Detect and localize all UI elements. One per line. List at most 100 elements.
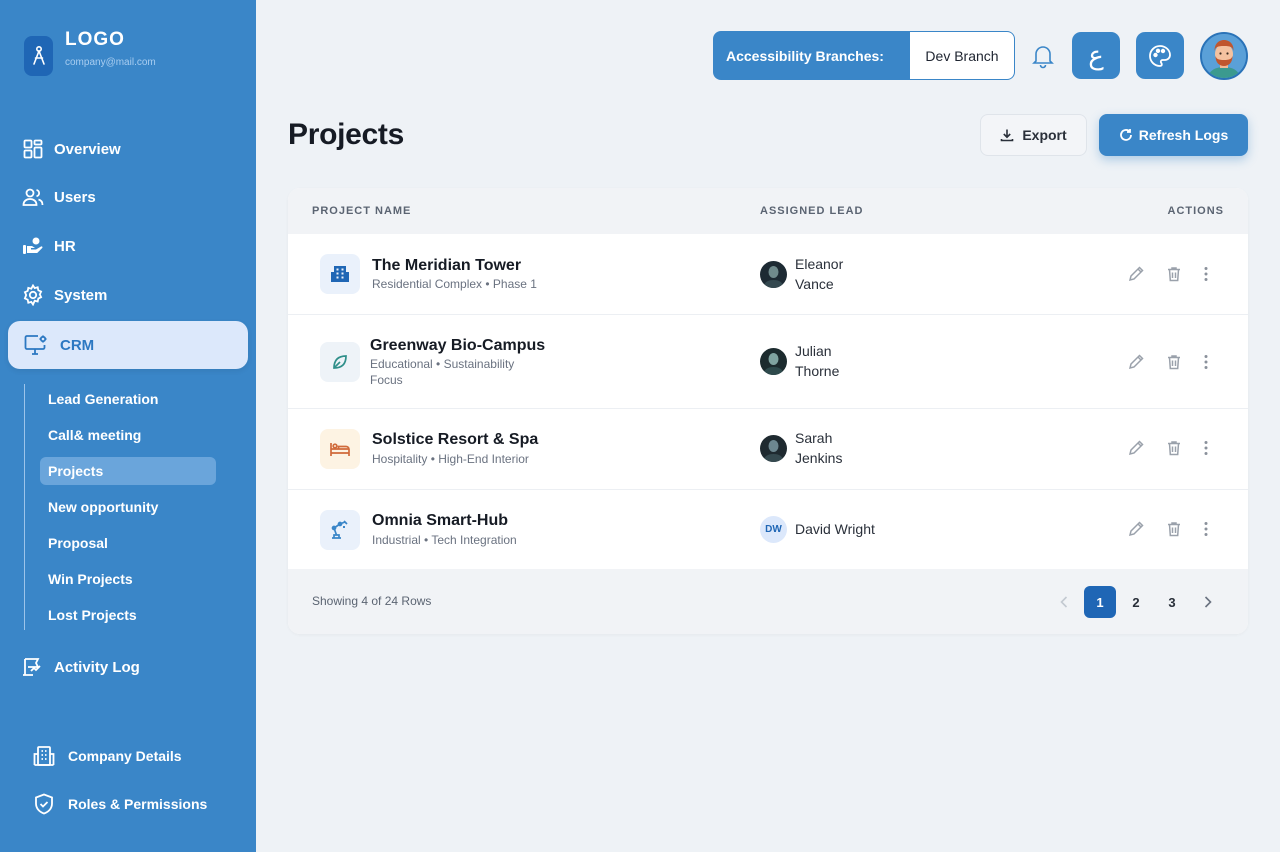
prev-page-chevron-icon[interactable] — [1048, 586, 1080, 618]
lead-avatar-initials: DW — [760, 516, 787, 543]
building-icon — [32, 744, 56, 768]
grid-icon — [22, 138, 44, 160]
edit-pencil-icon[interactable] — [1126, 264, 1146, 284]
table-row[interactable]: Omnia Smart-Hub Industrial • Tech Integr… — [288, 490, 1248, 569]
project-name[interactable]: Solstice Resort & Spa — [372, 431, 538, 449]
sidebar-item-label: Activity Log — [54, 658, 140, 676]
table-row[interactable]: Solstice Resort & Spa Hospitality • High… — [288, 409, 1248, 490]
activity-log-icon — [22, 656, 44, 678]
lead-name: Sarah Jenkins — [795, 428, 842, 468]
download-icon — [1000, 128, 1014, 142]
delete-trash-icon[interactable] — [1164, 519, 1184, 539]
project-subtitle: Residential Complex • Phase 1 — [372, 277, 537, 291]
more-options-icon[interactable] — [1196, 352, 1216, 372]
sidebar-item-label: Overview — [54, 140, 121, 158]
logo-icon — [24, 36, 53, 76]
sidebar-item-activity-log[interactable]: Activity Log — [22, 652, 140, 682]
sidebar-item-system[interactable]: System — [22, 280, 107, 310]
column-header-assigned-lead: ASSIGNED LEAD — [760, 205, 864, 217]
lead-last-name: Jenkins — [795, 450, 843, 466]
project-subtitle-line: Focus — [370, 373, 403, 387]
lead-first-name: Julian — [795, 343, 832, 359]
refresh-logs-button[interactable]: Refresh Logs — [1099, 114, 1248, 156]
brand-email: company@mail.com — [65, 57, 156, 68]
page-button-1[interactable]: 1 — [1084, 586, 1116, 618]
lead-last-name: Thorne — [795, 363, 840, 379]
sidebar-item-users[interactable]: Users — [22, 182, 96, 212]
next-page-chevron-icon[interactable] — [1192, 586, 1224, 618]
export-label: Export — [1022, 127, 1067, 143]
branch-label: Accessibility Branches: — [726, 47, 884, 64]
sidebar: LOGO company@mail.com Overview Users HR … — [0, 0, 256, 852]
notification-bell-icon[interactable] — [1029, 42, 1057, 70]
sidebar-item-company-details[interactable]: Company Details — [32, 741, 182, 771]
table-footer: Showing 4 of 24 Rows 1 2 3 — [288, 569, 1248, 634]
hand-coin-icon — [22, 235, 44, 257]
page-button-3[interactable]: 3 — [1156, 586, 1188, 618]
refresh-label: Refresh Logs — [1138, 127, 1229, 143]
sidebar-item-hr[interactable]: HR — [22, 231, 76, 261]
user-avatar[interactable] — [1200, 32, 1248, 80]
project-subtitle: Educational • Sustainability Focus — [370, 356, 514, 388]
project-name[interactable]: Greenway Bio-Campus — [370, 337, 545, 355]
submenu-divider — [24, 384, 25, 630]
submenu-item-projects[interactable]: Projects — [40, 457, 216, 485]
leaf-icon — [320, 342, 360, 382]
lead-name: Julian Thorne — [795, 341, 839, 381]
edit-pencil-icon[interactable] — [1126, 519, 1146, 539]
theme-palette-button[interactable] — [1136, 32, 1184, 79]
edit-pencil-icon[interactable] — [1126, 438, 1146, 458]
submenu-item-win-projects[interactable]: Win Projects — [48, 567, 133, 591]
sidebar-item-label: HR — [54, 237, 76, 255]
branch-selector[interactable]: Accessibility Branches: Dev Branch — [713, 31, 1015, 80]
more-options-icon[interactable] — [1196, 519, 1216, 539]
lead-name: David Wright — [795, 521, 875, 537]
project-subtitle: Industrial • Tech Integration — [372, 533, 517, 547]
language-glyph: ع — [1088, 40, 1104, 71]
robot-arm-icon — [320, 510, 360, 550]
users-icon — [22, 186, 44, 208]
sidebar-item-label: System — [54, 286, 108, 304]
table-row[interactable]: Greenway Bio-Campus Educational • Sustai… — [288, 315, 1248, 409]
more-options-icon[interactable] — [1196, 438, 1216, 458]
lead-avatar — [760, 435, 787, 462]
language-button[interactable]: ع — [1072, 32, 1120, 79]
page-title: Projects — [288, 118, 404, 151]
submenu-item-lead-generation[interactable]: Lead Generation — [48, 387, 158, 411]
refresh-icon — [1119, 128, 1133, 142]
sidebar-item-crm[interactable]: CRM — [8, 321, 248, 369]
page-button-2[interactable]: 2 — [1120, 586, 1152, 618]
sidebar-item-roles-permissions[interactable]: Roles & Permissions — [32, 789, 207, 819]
submenu-item-proposal[interactable]: Proposal — [48, 531, 108, 555]
lead-name: Eleanor Vance — [795, 254, 843, 294]
sidebar-item-overview[interactable]: Overview — [22, 134, 121, 164]
project-name[interactable]: Omnia Smart-Hub — [372, 512, 508, 530]
more-options-icon[interactable] — [1196, 264, 1216, 284]
export-button[interactable]: Export — [980, 114, 1087, 156]
delete-trash-icon[interactable] — [1164, 352, 1184, 372]
lead-avatar — [760, 261, 787, 288]
delete-trash-icon[interactable] — [1164, 264, 1184, 284]
lead-first-name: Eleanor — [795, 256, 844, 272]
sidebar-item-label: Users — [54, 188, 96, 206]
project-name[interactable]: The Meridian Tower — [372, 257, 521, 275]
branch-dropdown[interactable]: Dev Branch — [910, 32, 1014, 79]
column-header-project-name: PROJECT NAME — [312, 205, 412, 217]
submenu-item-new-opportunity[interactable]: New opportunity — [48, 495, 158, 519]
monitor-gear-icon — [23, 332, 49, 358]
table-row[interactable]: The Meridian Tower Residential Complex •… — [288, 234, 1248, 315]
lead-avatar — [760, 348, 787, 375]
delete-trash-icon[interactable] — [1164, 438, 1184, 458]
sidebar-item-label: Roles & Permissions — [68, 796, 208, 812]
column-header-actions: ACTIONS — [1167, 205, 1224, 217]
sidebar-item-label: CRM — [60, 336, 95, 354]
shield-check-icon — [32, 792, 56, 816]
submenu-item-call-meeting[interactable]: Call& meeting — [48, 423, 141, 447]
edit-pencil-icon[interactable] — [1126, 352, 1146, 372]
sidebar-item-label: Company Details — [68, 748, 182, 764]
row-count-text: Showing 4 of 24 Rows — [312, 594, 432, 608]
building-icon — [320, 254, 360, 294]
lead-last-name: Vance — [795, 276, 834, 292]
gear-icon — [22, 284, 44, 306]
submenu-item-lost-projects[interactable]: Lost Projects — [48, 603, 137, 627]
